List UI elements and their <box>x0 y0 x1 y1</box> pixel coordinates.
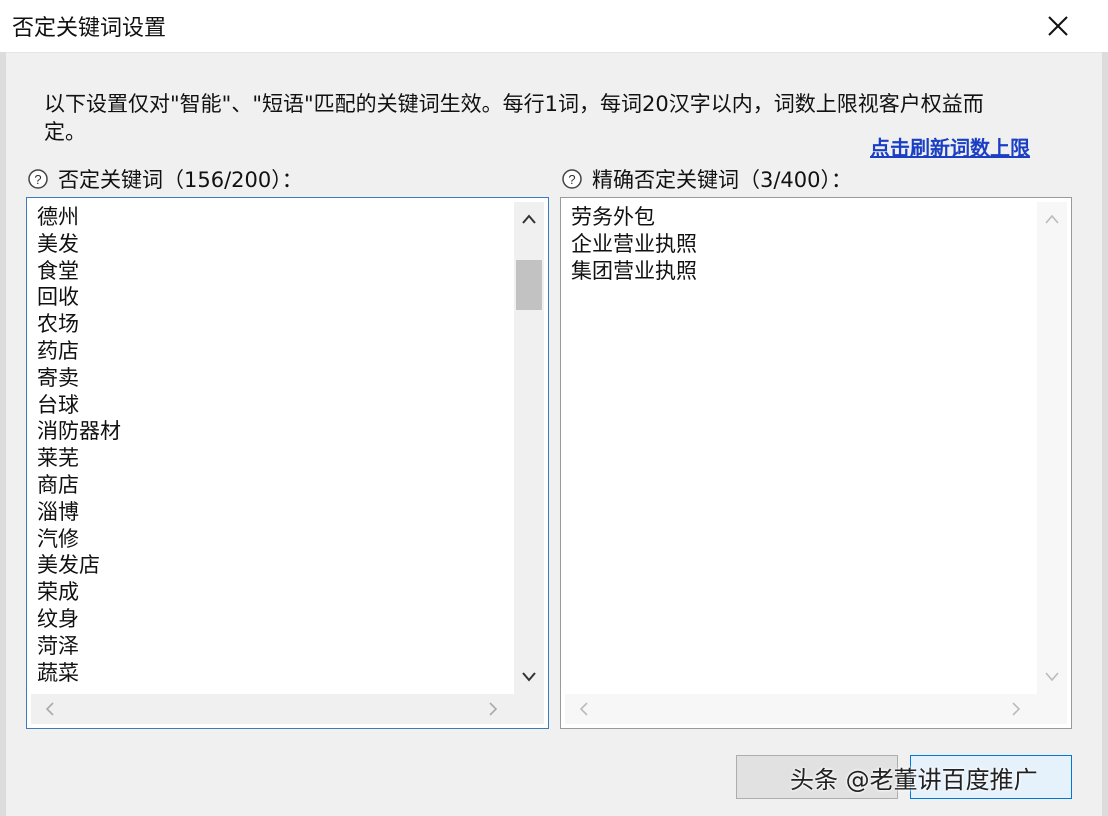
list-item: 莱芜 <box>37 446 79 471</box>
list-item: 美发 <box>37 231 79 256</box>
exact-negative-keywords-textarea[interactable]: 劳务外包 企业营业执照 集团营业执照 <box>560 197 1072 729</box>
svg-text:?: ? <box>34 172 41 187</box>
list-item: 商店 <box>37 472 79 497</box>
list-item: 消防器材 <box>37 419 121 444</box>
close-icon <box>1048 16 1068 36</box>
refresh-limit-link[interactable]: 点击刷新词数上限 <box>870 132 1030 161</box>
exact-negative-keywords-label: ? 精确否定关键词（3/400）： <box>562 165 852 193</box>
list-item: 食堂 <box>37 258 79 283</box>
window-frame-left <box>0 52 6 816</box>
chevron-down-icon <box>1045 672 1059 682</box>
list-item: 药店 <box>37 338 79 363</box>
list-item: 回收 <box>37 285 79 310</box>
list-item: 菏泽 <box>37 633 79 658</box>
scroll-right-button[interactable] <box>478 694 508 724</box>
scroll-up-button[interactable] <box>1037 204 1067 234</box>
title-bar: 否定关键词设置 <box>0 0 1108 53</box>
horizontal-scrollbar[interactable] <box>31 694 544 724</box>
description-text: 以下设置仅对"智能"、"短语"匹配的关键词生效。每行1词，每词20汉字以内，词数… <box>44 92 984 144</box>
list-item: 寄卖 <box>37 365 79 390</box>
scrollbar-thumb[interactable] <box>516 260 542 310</box>
horizontal-scrollbar[interactable] <box>565 694 1067 724</box>
vertical-scrollbar[interactable] <box>514 202 544 694</box>
negative-keywords-textarea[interactable]: 德州 美发 食堂 回收 农场 药店 寄卖 台球 消防器材 莱芜 商店 淄博 汽修… <box>26 197 549 729</box>
negative-keywords-list: 德州 美发 食堂 回收 农场 药店 寄卖 台球 消防器材 莱芜 商店 淄博 汽修… <box>37 204 508 692</box>
scroll-down-button[interactable] <box>514 662 544 692</box>
chevron-left-icon <box>579 702 588 716</box>
negative-keywords-label: ? 否定关键词（156/200）： <box>28 165 303 193</box>
window-frame-right <box>1102 52 1108 816</box>
close-button[interactable] <box>1036 6 1080 46</box>
watermark: 头条 @老董讲百度推广 <box>790 766 1038 794</box>
scroll-up-button[interactable] <box>514 204 544 234</box>
list-item: 农场 <box>37 312 79 337</box>
window-title: 否定关键词设置 <box>12 16 167 41</box>
scroll-left-button[interactable] <box>35 694 65 724</box>
scroll-left-button[interactable] <box>569 694 599 724</box>
list-item: 企业营业执照 <box>571 231 697 256</box>
vertical-scrollbar[interactable] <box>1037 202 1067 694</box>
chevron-up-icon <box>522 214 536 224</box>
list-item: 淄博 <box>37 499 79 524</box>
help-icon[interactable]: ? <box>562 169 582 189</box>
list-item: 纹身 <box>37 606 79 631</box>
scroll-down-button[interactable] <box>1037 662 1067 692</box>
list-item: 劳务外包 <box>571 205 655 229</box>
exact-negative-keywords-list: 劳务外包 企业营业执照 集团营业执照 <box>571 204 1031 692</box>
chevron-up-icon <box>1045 214 1059 224</box>
chevron-right-icon <box>1012 702 1021 716</box>
list-item: 荣成 <box>37 580 79 605</box>
help-icon[interactable]: ? <box>28 169 48 189</box>
list-item: 美发店 <box>37 553 100 578</box>
list-item: 集团营业执照 <box>571 258 697 283</box>
svg-text:?: ? <box>568 172 575 187</box>
chevron-right-icon <box>489 702 498 716</box>
chevron-down-icon <box>522 672 536 682</box>
list-item: 台球 <box>37 392 79 417</box>
scroll-right-button[interactable] <box>1001 694 1031 724</box>
exact-negative-keywords-label-text: 精确否定关键词（3/400）： <box>592 168 853 192</box>
chevron-left-icon <box>45 702 54 716</box>
list-item: 德州 <box>37 205 79 229</box>
negative-keywords-label-text: 否定关键词（156/200）： <box>58 168 303 192</box>
list-item: 汽修 <box>37 526 79 551</box>
list-item: 蔬菜 <box>37 660 79 685</box>
